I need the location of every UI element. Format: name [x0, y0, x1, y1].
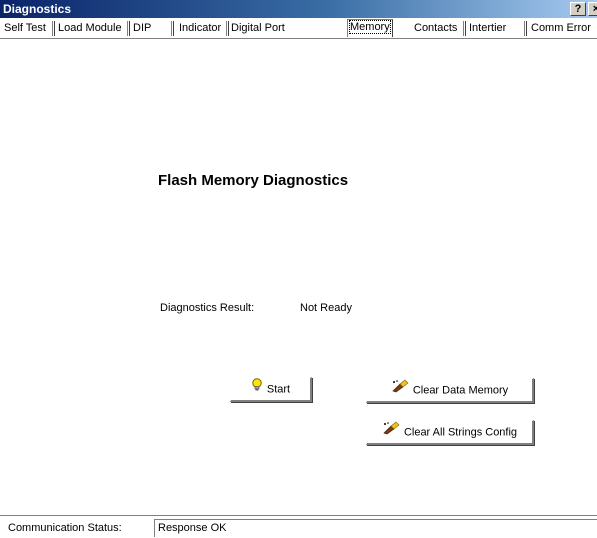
tab-separator — [226, 21, 229, 36]
clear-data-memory-button[interactable]: Clear Data Memory — [366, 378, 534, 403]
tab-separator — [463, 21, 466, 36]
tab-comm-error[interactable]: Comm Error — [531, 21, 591, 37]
tab-digital-port[interactable]: Digital Port — [231, 21, 285, 37]
window-title: Diagnostics — [3, 2, 72, 16]
diagnostics-result-value: Not Ready — [300, 302, 352, 314]
communication-status-label: Communication Status: — [8, 522, 122, 534]
communication-status-field: Response OK — [154, 519, 597, 537]
tab-contacts[interactable]: Contacts — [414, 21, 457, 37]
clear-all-strings-config-button[interactable]: Clear All Strings Config — [366, 420, 534, 445]
start-button[interactable]: Start — [230, 377, 312, 402]
tab-separator — [52, 21, 55, 36]
tab-strip: Self Test Load Module DIP Indicator Digi… — [0, 18, 597, 39]
tab-dip[interactable]: DIP — [133, 21, 151, 37]
tab-self-test[interactable]: Self Test — [4, 21, 46, 37]
tab-indicator[interactable]: Indicator — [179, 21, 221, 37]
eraser-icon — [382, 421, 400, 444]
page-heading: Flash Memory Diagnostics — [158, 172, 349, 189]
help-button[interactable]: ? — [570, 2, 586, 16]
status-divider — [0, 515, 597, 516]
title-bar: Diagnostics ? × — [0, 0, 597, 18]
tab-load-module[interactable]: Load Module — [58, 21, 122, 37]
tab-memory[interactable]: Memory — [347, 19, 393, 37]
tab-separator — [171, 21, 174, 36]
close-button[interactable]: × — [588, 2, 597, 16]
eraser-icon — [391, 379, 409, 402]
tab-intertier[interactable]: Intertier — [469, 21, 506, 37]
tab-separator — [524, 21, 527, 36]
tab-separator — [127, 21, 130, 36]
lightbulb-icon — [251, 378, 263, 401]
diagnostics-result-label: Diagnostics Result: — [160, 302, 255, 314]
